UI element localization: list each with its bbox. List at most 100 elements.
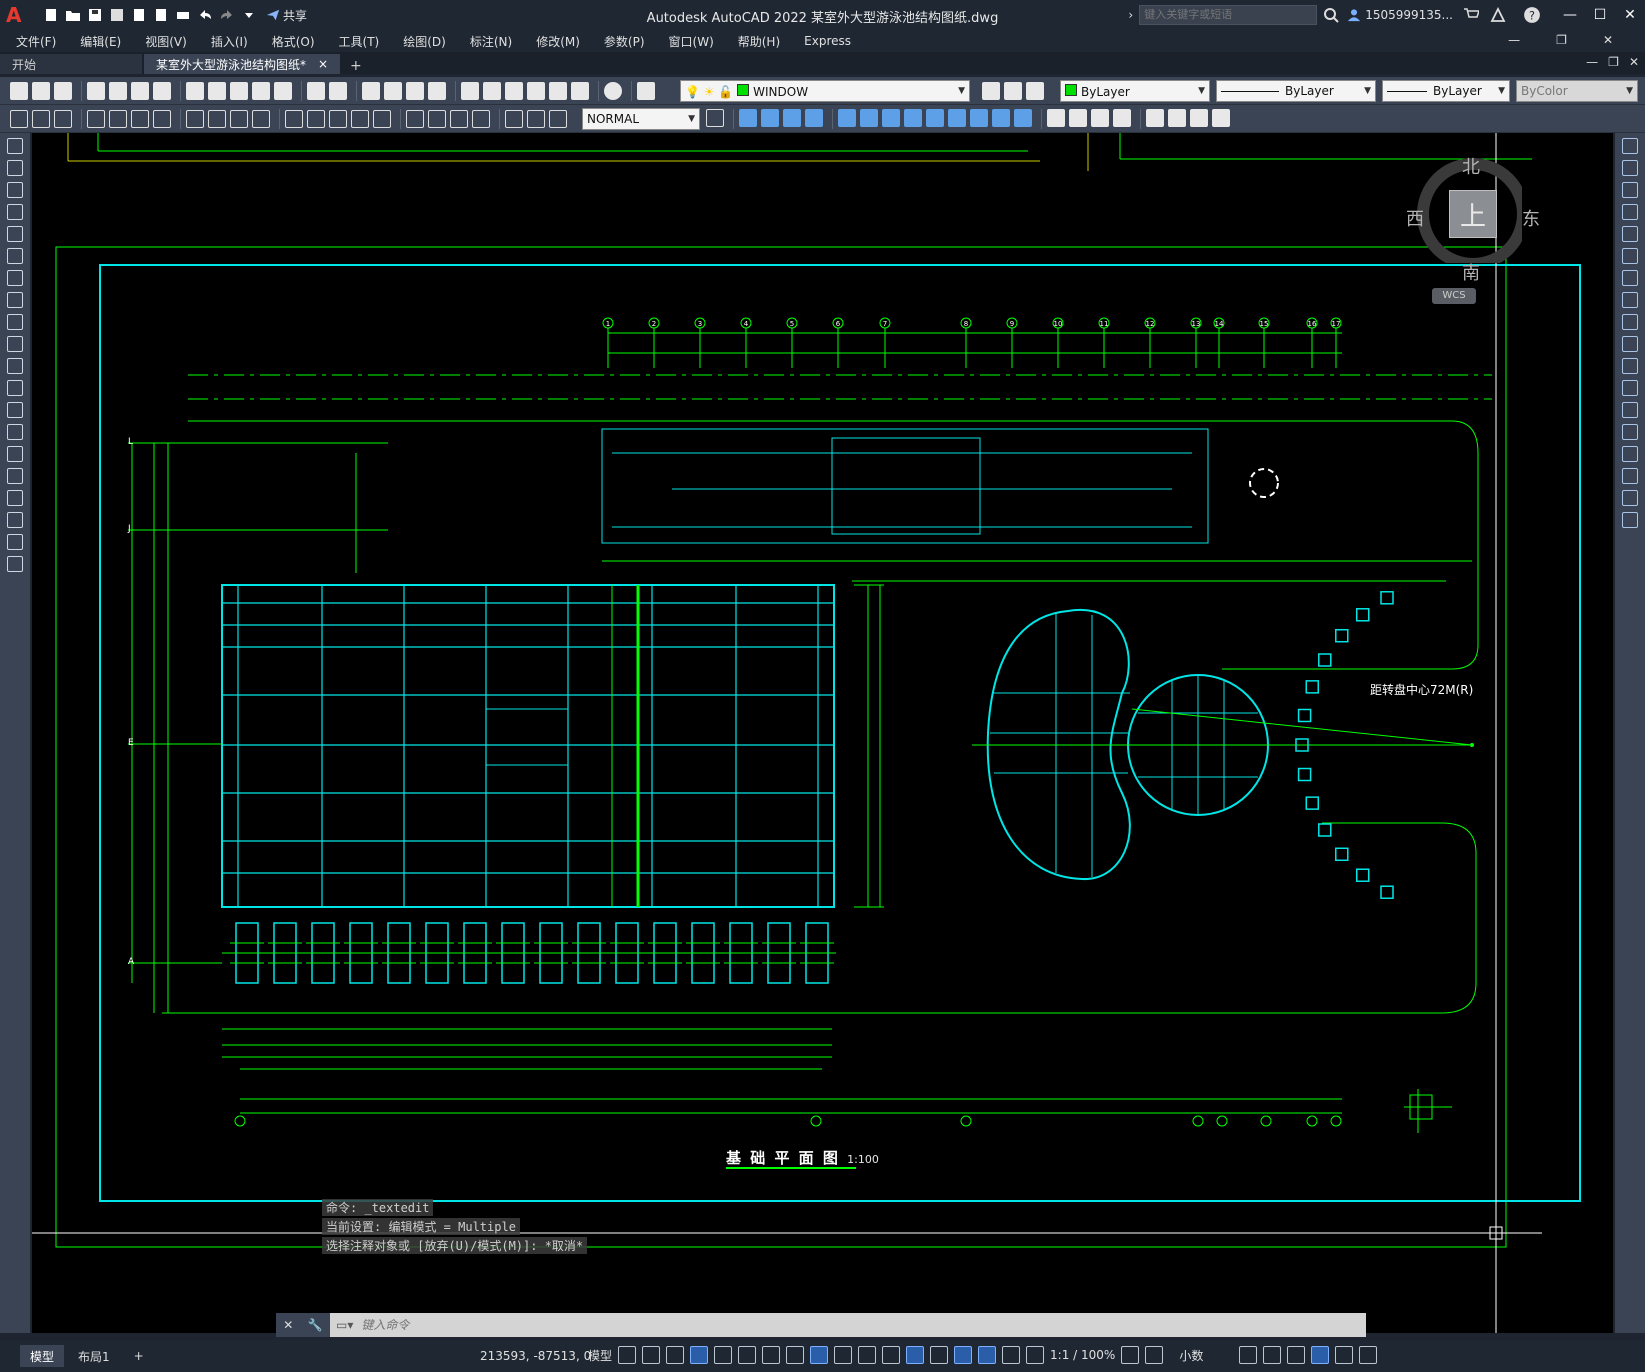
drawing-canvas[interactable]: 1 2 3 4 5 6 7 8 9 10 11 12 13 14 15 16 17 [32,133,1613,1333]
command-prompt-icon[interactable]: ▭▾ [330,1318,353,1332]
isodraft-icon[interactable] [762,1346,781,1364]
modify-icon[interactable] [1014,109,1032,127]
ortho-icon[interactable] [714,1346,733,1364]
extend-icon[interactable] [1622,358,1638,374]
surface-icon[interactable] [1069,109,1087,127]
polygon-icon[interactable] [7,204,23,220]
modify-icon[interactable] [838,109,856,127]
zoom-realtime-icon[interactable] [384,81,402,100]
polyline-icon[interactable] [7,182,23,198]
calculator-icon[interactable] [571,81,589,100]
hatch-icon[interactable] [7,446,23,462]
menu-view[interactable]: 视图(V) [145,33,187,50]
match-properties-icon[interactable] [252,81,270,100]
copy-object-icon[interactable] [1622,160,1638,176]
units-dropdown[interactable]: 小数 [1179,1347,1203,1364]
rectangle-icon[interactable] [7,226,23,242]
selection-filter-icon[interactable] [954,1346,973,1364]
close-command-icon[interactable]: ✕ [283,1318,293,1332]
help-icon[interactable]: ? [1523,6,1541,24]
menu-modify[interactable]: 修改(M) [536,33,580,50]
clean-screen-icon[interactable] [1335,1346,1354,1364]
viewcube-top-face[interactable]: 上 [1449,190,1497,238]
modify-icon[interactable] [992,109,1010,127]
snap-icon[interactable] [642,1346,661,1364]
viewport-restore-button[interactable]: ❐ [1608,55,1619,69]
make-current-icon[interactable] [982,82,1000,100]
viewport-minimize-button[interactable]: — [1586,55,1598,69]
minimize-button[interactable]: — [1555,0,1585,30]
layer-state-icon[interactable] [1026,82,1044,100]
point-icon[interactable] [7,424,23,440]
chamfer-icon[interactable] [1622,446,1638,462]
new-icon[interactable] [42,6,60,24]
hardware-acceleration-icon[interactable] [1311,1346,1330,1364]
new-icon[interactable] [10,81,28,100]
menu-file[interactable]: 文件(F) [16,33,56,50]
menu-express[interactable]: Express [804,34,851,48]
close-button[interactable]: ✕ [1615,0,1645,30]
doc-minimize-button[interactable]: — [1508,33,1520,47]
customization-menu-icon[interactable] [1359,1346,1378,1364]
surface-icon[interactable] [1091,109,1109,127]
doc-close-button[interactable]: ✕ [1603,33,1613,47]
coordinates-readout[interactable]: 213593, -87513, 0 [480,1349,591,1363]
autodesk-a360-icon[interactable] [1489,7,1507,23]
block-icon[interactable] [739,109,757,127]
open-web-icon[interactable] [130,6,148,24]
diameter-icon[interactable] [230,109,248,128]
radius-icon[interactable] [186,109,204,128]
help-icon[interactable] [604,81,622,100]
plotstyle-dropdown[interactable]: ByColor ▼ [1516,80,1638,102]
solid-icon[interactable] [1212,109,1230,127]
maximize-button[interactable]: ☐ [1585,0,1615,30]
tab-start[interactable]: 开始 [0,54,142,74]
object-snap-icon[interactable] [810,1346,829,1364]
plot-icon[interactable] [174,6,192,24]
menu-parametric[interactable]: 参数(P) [604,33,645,50]
layer-previous-icon[interactable] [1004,82,1022,100]
viewcube[interactable]: 北 南 东 西 上 [1406,153,1540,284]
solid-icon[interactable] [1146,109,1164,127]
explode-icon[interactable] [1622,512,1638,528]
redo-icon[interactable] [329,81,347,100]
menu-draw[interactable]: 绘图(D) [403,33,446,50]
command-input[interactable] [353,1318,1366,1332]
save-web-icon[interactable] [152,6,170,24]
publish-icon[interactable] [131,81,149,100]
save-icon[interactable] [54,81,72,100]
trim-icon[interactable] [1622,336,1638,352]
lineweight-dropdown[interactable]: ByLayer ▼ [1382,80,1510,102]
menu-window[interactable]: 窗口(W) [669,33,714,50]
menu-edit[interactable]: 编辑(E) [80,33,121,50]
table-icon[interactable] [7,512,23,528]
arc-icon[interactable] [7,248,23,264]
modify-icon[interactable] [904,109,922,127]
dimstyle-icon[interactable] [706,109,724,127]
pan-icon[interactable] [362,81,380,100]
object-snap-tracking-icon[interactable] [786,1346,805,1364]
modify-icon[interactable] [948,109,966,127]
isolate-objects-icon[interactable] [1287,1346,1306,1364]
redo-icon[interactable] [218,6,236,24]
dim-break-icon[interactable] [373,109,391,128]
markup-icon[interactable] [549,81,567,100]
zoom-previous-icon[interactable] [428,81,446,100]
polar-icon[interactable] [738,1346,757,1364]
ellipse-icon[interactable] [7,336,23,352]
dynamic-input-icon[interactable] [690,1346,709,1364]
lock-ui-icon[interactable] [1263,1346,1282,1364]
search-input[interactable] [1139,5,1318,25]
tab-drawing[interactable]: 某室外大型游泳池结构图纸* × [144,54,340,74]
surface-icon[interactable] [1047,109,1065,127]
ucs-menu-button[interactable]: WCS [1432,288,1476,304]
tool-icon[interactable] [32,109,50,128]
dimtedit-icon[interactable] [527,109,545,128]
doc-restore-button[interactable]: ❐ [1556,33,1567,47]
construction-line-icon[interactable] [7,160,23,176]
annotation-monitor-icon[interactable] [1145,1346,1164,1364]
dimstyle-dropdown[interactable]: NORMAL ▼ [582,108,700,130]
modify-icon[interactable] [970,109,988,127]
properties-icon[interactable] [461,81,479,100]
block-editor-icon[interactable] [274,81,292,100]
